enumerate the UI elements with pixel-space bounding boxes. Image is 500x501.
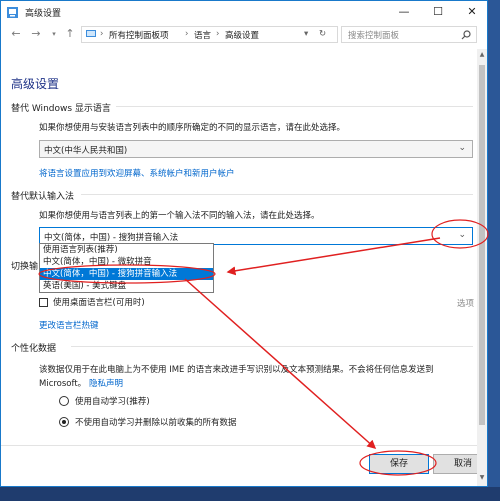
content-area: 高级设置 替代 Windows 显示语言 如果你想使用与安装语言列表中的顺序所确…	[1, 49, 487, 486]
breadcrumb-separator: ›	[216, 29, 220, 39]
display-language-value: 中文(中华人民共和国)	[44, 146, 128, 156]
breadcrumb[interactable]: › 所有控制面板项 › 语言 › 高级设置 ▾ ↻	[81, 26, 338, 43]
no-auto-learning-radio[interactable]	[59, 417, 69, 427]
switch-input-title: 切换输	[11, 262, 39, 272]
breadcrumb-separator: ›	[185, 29, 189, 39]
desktop-language-bar-checkbox[interactable]	[39, 298, 48, 307]
desktop-language-bar-label: 使用桌面语言栏(可用时)	[53, 298, 145, 308]
search-icon	[461, 30, 471, 40]
privacy-link[interactable]: 隐私声明	[89, 377, 123, 389]
divider	[116, 106, 473, 107]
back-arrow-icon[interactable]: ←	[9, 27, 23, 41]
minimize-button[interactable]: —	[387, 1, 421, 23]
input-method-title: 替代默认输入法	[11, 192, 75, 202]
breadcrumb-language[interactable]: 语言	[194, 29, 211, 41]
window-title: 高级设置	[25, 9, 62, 19]
breadcrumb-control-panel[interactable]: 所有控制面板项	[109, 29, 169, 41]
input-method-dropdown-list: 使用语言列表(推荐) 中文(简体，中国) - 微软拼音 中文(简体，中国) - …	[39, 243, 214, 293]
divider	[81, 194, 473, 195]
scroll-up-icon[interactable]: ▲	[478, 51, 486, 59]
page-title: 高级设置	[11, 77, 60, 91]
change-hotkey-link[interactable]: 更改语言栏热键	[39, 319, 99, 331]
forward-arrow-icon[interactable]: →	[29, 27, 43, 41]
button-row-divider	[1, 445, 477, 446]
no-auto-learning-label: 不使用自动学习并删除以前收集的所有数据	[75, 418, 237, 428]
personalization-description: 该数据仅用于在此电脑上为不使用 IME 的语言来改进手写识别以及文本预测结果。不…	[39, 365, 434, 375]
dropdown-option[interactable]: 英语(美国) - 美式键盘	[40, 280, 213, 292]
display-language-title: 替代 Windows 显示语言	[11, 104, 111, 114]
search-box[interactable]: 搜索控制面板	[341, 26, 477, 43]
divider	[71, 346, 473, 347]
maximize-button[interactable]: ☐	[421, 1, 455, 23]
dropdown-option[interactable]: 中文(简体，中国) - 微软拼音	[40, 256, 213, 268]
input-method-value: 中文(简体，中国) - 搜狗拼音输入法	[44, 233, 179, 243]
search-placeholder: 搜索控制面板	[348, 31, 400, 41]
vertical-scrollbar[interactable]: ▲ ▼	[477, 49, 487, 486]
dropdown-option[interactable]: 使用语言列表(推荐)	[40, 244, 213, 256]
scroll-down-icon[interactable]: ▼	[478, 474, 486, 482]
apply-language-settings-link[interactable]: 将语言设置应用到欢迎屏幕、系统帐户和新用户帐户	[39, 167, 235, 179]
radio-selected-dot	[62, 420, 66, 424]
input-method-description: 如果你想使用与语言列表上的第一个输入法不同的输入法，请在此处选择。	[39, 211, 320, 221]
close-button[interactable]: ✕	[455, 1, 487, 23]
title-bar: 高级设置 — ☐ ✕	[1, 1, 487, 23]
display-language-select[interactable]: 中文(中华人民共和国) ⌄	[39, 140, 473, 158]
advanced-settings-window: 高级设置 — ☐ ✕ ← → ▾ ↑ › 所有控制面板项 › 语言 › 高级设置…	[0, 0, 488, 487]
control-panel-crumb-icon	[86, 30, 96, 37]
up-arrow-icon[interactable]: ↑	[63, 27, 77, 41]
auto-learning-radio[interactable]	[59, 396, 69, 406]
chevron-down-icon: ⌄	[458, 143, 466, 153]
auto-learning-label: 使用自动学习(推荐)	[75, 397, 150, 407]
refresh-icon[interactable]: ↻	[319, 29, 326, 39]
save-button[interactable]: 保存	[369, 454, 429, 474]
options-link[interactable]: 选项	[457, 297, 474, 309]
personalization-title: 个性化数据	[11, 344, 57, 354]
address-dropdown-icon[interactable]: ▾	[304, 29, 308, 39]
dropdown-option-highlighted[interactable]: 中文(简体，中国) - 搜狗拼音输入法	[40, 268, 213, 280]
personalization-description-line2: Microsoft。	[39, 379, 87, 389]
address-bar: ← → ▾ ↑ › 所有控制面板项 › 语言 › 高级设置 ▾ ↻ 搜索控制面板	[1, 23, 487, 47]
control-panel-icon	[7, 7, 18, 18]
breadcrumb-separator: ›	[100, 29, 104, 39]
breadcrumb-advanced[interactable]: 高级设置	[225, 29, 259, 41]
chevron-down-icon: ⌄	[458, 230, 466, 240]
recent-locations-icon[interactable]: ▾	[47, 27, 61, 41]
taskbar	[0, 487, 500, 501]
scroll-thumb[interactable]	[479, 65, 485, 425]
display-language-description: 如果你想使用与安装语言列表中的顺序所确定的不同的显示语言，请在此处选择。	[39, 123, 346, 133]
